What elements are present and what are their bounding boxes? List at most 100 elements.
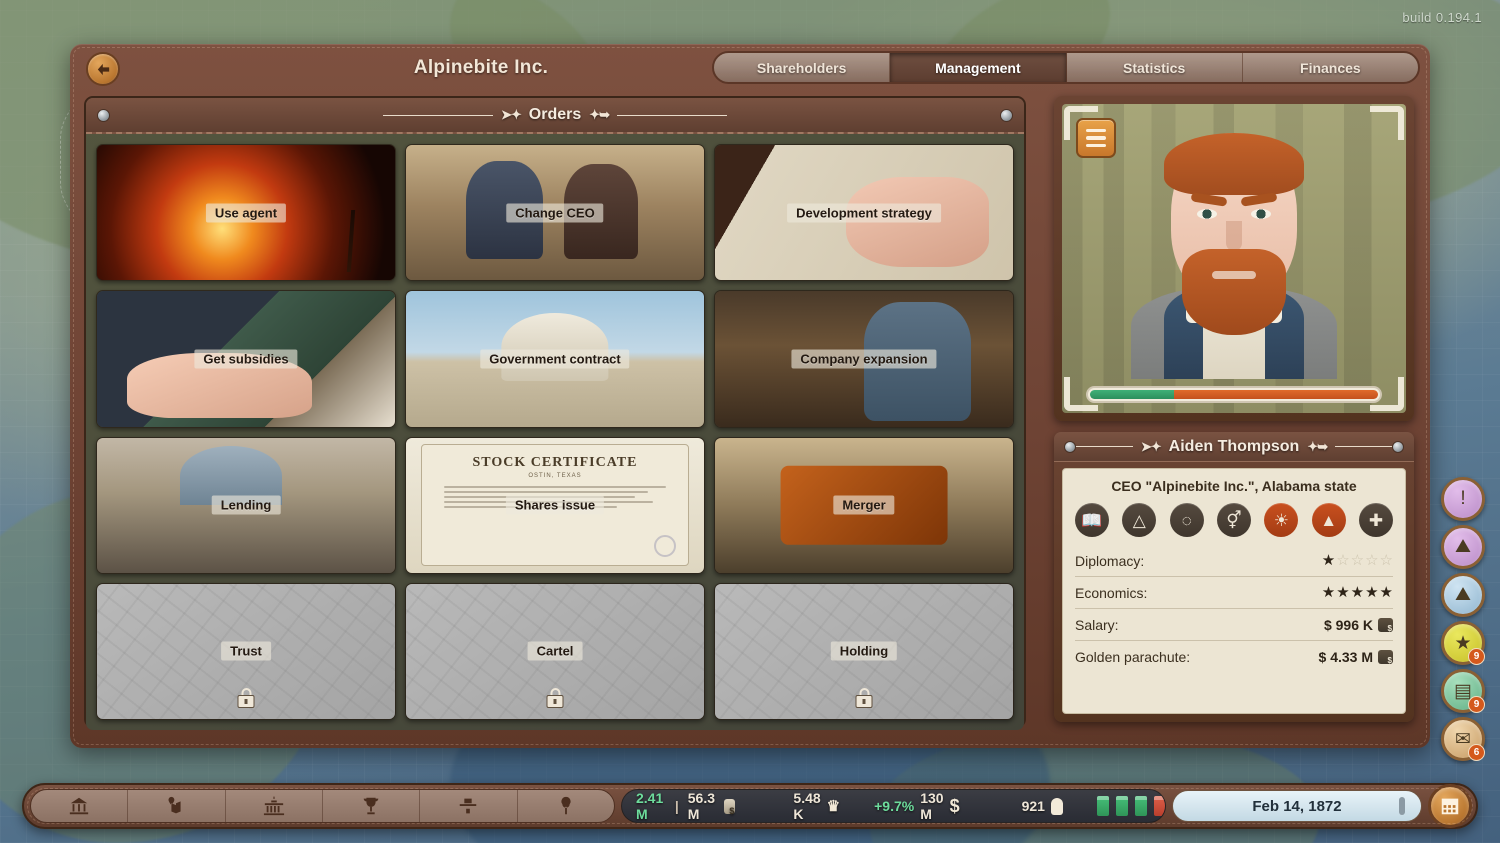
order-card-government-contract[interactable]: Government contract	[405, 290, 705, 427]
money-icon	[1378, 618, 1393, 632]
resource-stats-group: 2.41 M | 56.3 M 5.48 K ♛ +9.7% 130 M $ 9…	[621, 789, 1166, 823]
order-card-get-subsidies[interactable]: Get subsidies	[96, 290, 396, 427]
order-card-change-ceo[interactable]: Change CEO	[405, 144, 705, 281]
order-card-holding[interactable]: Holding	[714, 583, 1014, 720]
congress-icon[interactable]: ⛰	[1441, 525, 1485, 569]
order-label: Lending	[212, 496, 281, 515]
achievements-badge: 9	[1468, 648, 1485, 665]
bottom-status-bar: 2.41 M | 56.3 M 5.48 K ♛ +9.7% 130 M $ 9…	[22, 783, 1478, 829]
ceo-info-card: ➤✦ Aiden Thompson ✦➥ CEO "Alpinebite Inc…	[1054, 432, 1414, 722]
newspaper-icon[interactable]: ▤ 9	[1441, 669, 1485, 713]
ceo-health-bar	[1086, 386, 1382, 403]
ornament-icon: ✦➥	[589, 107, 609, 123]
population-value: 921	[1022, 798, 1045, 814]
portrait-menu-button[interactable]	[1076, 118, 1116, 158]
divider-line	[617, 115, 727, 116]
current-date: Feb 14, 1872	[1252, 798, 1341, 815]
order-label: Development strategy	[787, 203, 941, 222]
date-display[interactable]: Feb 14, 1872	[1172, 790, 1422, 822]
tab-management[interactable]: Management	[890, 53, 1066, 82]
bank-icon	[68, 795, 90, 817]
stat-row-salary: Salary: $ 996 K	[1075, 609, 1393, 641]
stat-row-golden-parachute: Golden parachute: $ 4.33 M	[1075, 641, 1393, 673]
capitol-icon	[263, 795, 285, 817]
section-tabs[interactable]: Shareholders Management Statistics Finan…	[712, 51, 1420, 84]
hat-icon	[457, 795, 479, 817]
influence-value: 5.48 K	[793, 790, 820, 822]
bank-button[interactable]	[31, 790, 128, 822]
certificate-title: STOCK CERTIFICATE	[428, 455, 682, 471]
stat-label: Economics:	[1075, 585, 1147, 601]
order-card-cartel[interactable]: Cartel	[405, 583, 705, 720]
tab-shareholders[interactable]: Shareholders	[714, 53, 890, 82]
health-bar-green-segment	[1090, 390, 1174, 399]
achievements-icon[interactable]: ★ 9	[1441, 621, 1485, 665]
salary-value: $ 996 K	[1324, 617, 1373, 633]
order-card-shares-issue[interactable]: STOCK CERTIFICATE OSTIN, TEXAS Shares is…	[405, 437, 705, 574]
order-card-company-expansion[interactable]: Company expansion	[714, 290, 1014, 427]
orders-panel-header: ➤✦ Orders ✦➥	[86, 98, 1024, 134]
order-label: Government contract	[480, 349, 629, 368]
ceo-name: Aiden Thompson	[1169, 438, 1300, 456]
statue-icon	[1399, 797, 1405, 815]
ceo-sidebar: ➤✦ Aiden Thompson ✦➥ CEO "Alpinebite Inc…	[1040, 96, 1426, 728]
notification-icon-rail: ! ⛰ ⛰ ★ 9 ▤ 9 ✉ 6	[1434, 477, 1492, 761]
research-button[interactable]	[518, 790, 614, 822]
ceo-role-text: CEO "Alpinebite Inc.", Alabama state	[1075, 478, 1393, 494]
order-card-lending[interactable]: Lending	[96, 437, 396, 574]
lock-icon	[238, 688, 255, 708]
gender-trait-icon[interactable]: ⚥	[1217, 503, 1251, 537]
calendar-icon	[1439, 795, 1461, 817]
order-label: Cartel	[528, 642, 583, 661]
orders-grid: Use agent Change CEO Development strateg…	[86, 134, 1024, 730]
order-label: Merger	[833, 496, 894, 515]
helmet-trait-icon[interactable]: ▲	[1312, 503, 1346, 537]
industry-plus-trait-icon[interactable]: ✚	[1359, 503, 1393, 537]
order-card-development-strategy[interactable]: Development strategy	[714, 144, 1014, 281]
stat-row-diplomacy: Diplomacy: ★☆☆☆☆	[1075, 545, 1393, 577]
lock-icon	[856, 688, 873, 708]
state-icon[interactable]: ⛰	[1441, 573, 1485, 617]
order-card-use-agent[interactable]: Use agent	[96, 144, 396, 281]
tab-statistics[interactable]: Statistics	[1067, 53, 1243, 82]
map-pin-icon	[165, 795, 187, 817]
capital-stat: +9.7% 130 M $	[874, 790, 959, 822]
screw-icon	[1392, 441, 1404, 453]
cash-current-value: 2.41 M	[636, 790, 666, 822]
ceo-portrait	[1062, 104, 1406, 413]
certificate-subtitle: OSTIN, TEXAS	[428, 473, 682, 479]
calendar-button[interactable]	[1428, 784, 1472, 828]
agents-button[interactable]	[420, 790, 517, 822]
ornament-icon: ✦➥	[1307, 439, 1327, 455]
cash-separator: |	[675, 798, 679, 814]
order-card-merger[interactable]: Merger	[714, 437, 1014, 574]
tab-finances[interactable]: Finances	[1243, 53, 1418, 82]
trophy-icon	[360, 795, 382, 817]
map-button[interactable]	[128, 790, 225, 822]
capital-value: 130 M	[920, 790, 943, 822]
ceo-card-header: ➤✦ Aiden Thompson ✦➥	[1054, 432, 1414, 462]
religion-trait-icon[interactable]: △	[1122, 503, 1156, 537]
cash-stat: 2.41 M | 56.3 M	[636, 790, 735, 822]
market-ticks	[1097, 796, 1166, 816]
order-label: Company expansion	[791, 349, 936, 368]
democrat-trait-icon[interactable]: ◌	[1170, 503, 1204, 537]
ceo-portrait-frame	[1054, 96, 1414, 421]
tick-green	[1116, 796, 1128, 816]
mail-icon[interactable]: ✉ 6	[1441, 717, 1485, 761]
lion-trait-icon[interactable]: ☀	[1264, 503, 1298, 537]
order-label: Shares issue	[506, 496, 604, 515]
order-card-trust[interactable]: Trust	[96, 583, 396, 720]
money-roll-icon	[724, 799, 736, 814]
certificate-seal-icon	[654, 535, 676, 557]
pawn-icon	[1051, 798, 1063, 815]
order-label: Change CEO	[506, 203, 603, 222]
government-button[interactable]	[226, 790, 323, 822]
economics-stars: ★★★★★	[1322, 585, 1393, 600]
screw-icon	[97, 109, 110, 122]
tick-green	[1135, 796, 1147, 816]
awards-button[interactable]	[323, 790, 420, 822]
corner-bracket-icon	[1370, 106, 1404, 140]
education-trait-icon[interactable]: 📖	[1075, 503, 1109, 537]
alert-icon[interactable]: !	[1441, 477, 1485, 521]
